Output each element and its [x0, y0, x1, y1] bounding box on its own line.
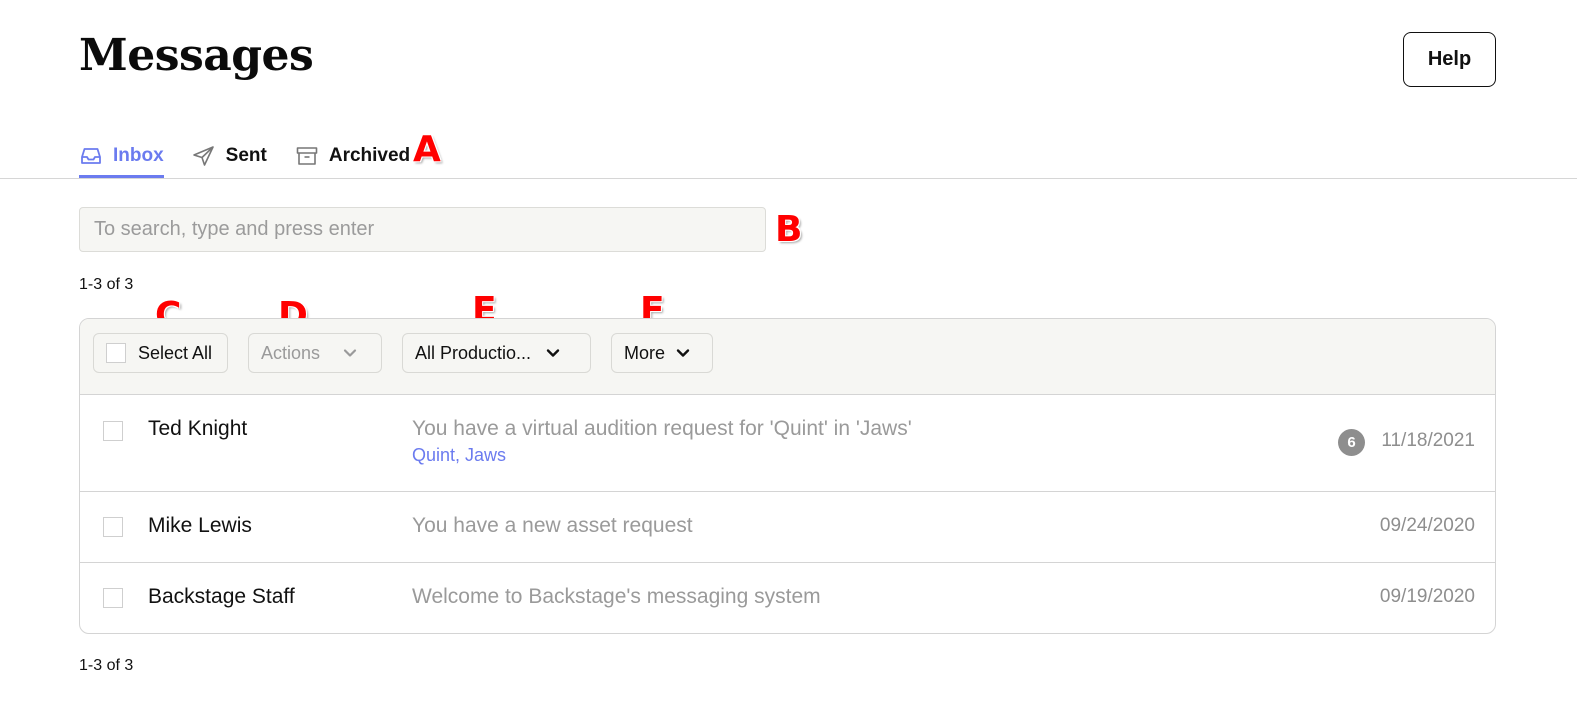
message-tag[interactable]: Quint, Jaws: [412, 445, 506, 466]
message-subject: You have a new asset request: [412, 514, 693, 537]
annotation-marker-b: B: [775, 209, 803, 250]
pagination-count-top: 1-3 of 3: [79, 276, 134, 293]
search-input[interactable]: [79, 207, 766, 252]
inbox-icon: [79, 144, 103, 168]
list-toolbar: Select All Actions All Productio... More: [80, 319, 1495, 395]
message-sender: Backstage Staff: [148, 585, 295, 608]
message-tabs: Inbox Sent Archived: [79, 133, 438, 179]
select-all-button[interactable]: Select All: [93, 333, 228, 373]
message-row[interactable]: Ted Knight You have a virtual audition r…: [80, 395, 1495, 492]
unread-count-badge: 6: [1338, 429, 1365, 456]
send-icon: [192, 144, 216, 168]
select-all-label: Select All: [138, 342, 213, 363]
archive-icon: [295, 144, 319, 168]
row-checkbox[interactable]: [103, 421, 123, 441]
more-label: More: [624, 342, 666, 363]
actions-label: Actions: [261, 342, 321, 363]
message-list: Select All Actions All Productio... More…: [79, 318, 1496, 634]
message-subject: Welcome to Backstage's messaging system: [412, 585, 821, 608]
message-date: 09/24/2020: [1379, 515, 1475, 536]
row-checkbox[interactable]: [103, 517, 123, 537]
annotation-marker-a: A: [413, 129, 441, 170]
message-row[interactable]: Mike Lewis You have a new asset request …: [80, 492, 1495, 563]
tab-inbox[interactable]: Inbox: [79, 133, 164, 178]
tab-archived-label: Archived: [328, 144, 411, 166]
help-button[interactable]: Help: [1403, 32, 1496, 87]
row-checkbox[interactable]: [103, 588, 123, 608]
tab-sent[interactable]: Sent: [192, 133, 267, 178]
message-sender: Ted Knight: [148, 417, 248, 440]
message-row[interactable]: Backstage Staff Welcome to Backstage's m…: [80, 563, 1495, 633]
message-subject: You have a virtual audition request for …: [412, 417, 912, 440]
tabs-divider: [0, 178, 1577, 179]
tab-inbox-label: Inbox: [113, 144, 164, 166]
tab-sent-label: Sent: [225, 144, 267, 166]
actions-dropdown[interactable]: Actions: [248, 333, 382, 373]
page-title: Messages: [79, 30, 314, 81]
pagination-count-bottom: 1-3 of 3: [79, 657, 134, 674]
productions-label: All Productio...: [415, 342, 532, 363]
chevron-down-icon: [545, 345, 561, 361]
tab-archived[interactable]: Archived: [295, 133, 410, 178]
more-dropdown[interactable]: More: [611, 333, 713, 373]
message-date: 11/18/2021: [1381, 430, 1475, 451]
message-sender: Mike Lewis: [148, 514, 252, 537]
message-date: 09/19/2020: [1379, 586, 1475, 607]
productions-dropdown[interactable]: All Productio...: [402, 333, 591, 373]
select-all-checkbox[interactable]: [106, 343, 126, 363]
chevron-down-icon: [675, 345, 691, 361]
chevron-down-icon: [342, 345, 358, 361]
